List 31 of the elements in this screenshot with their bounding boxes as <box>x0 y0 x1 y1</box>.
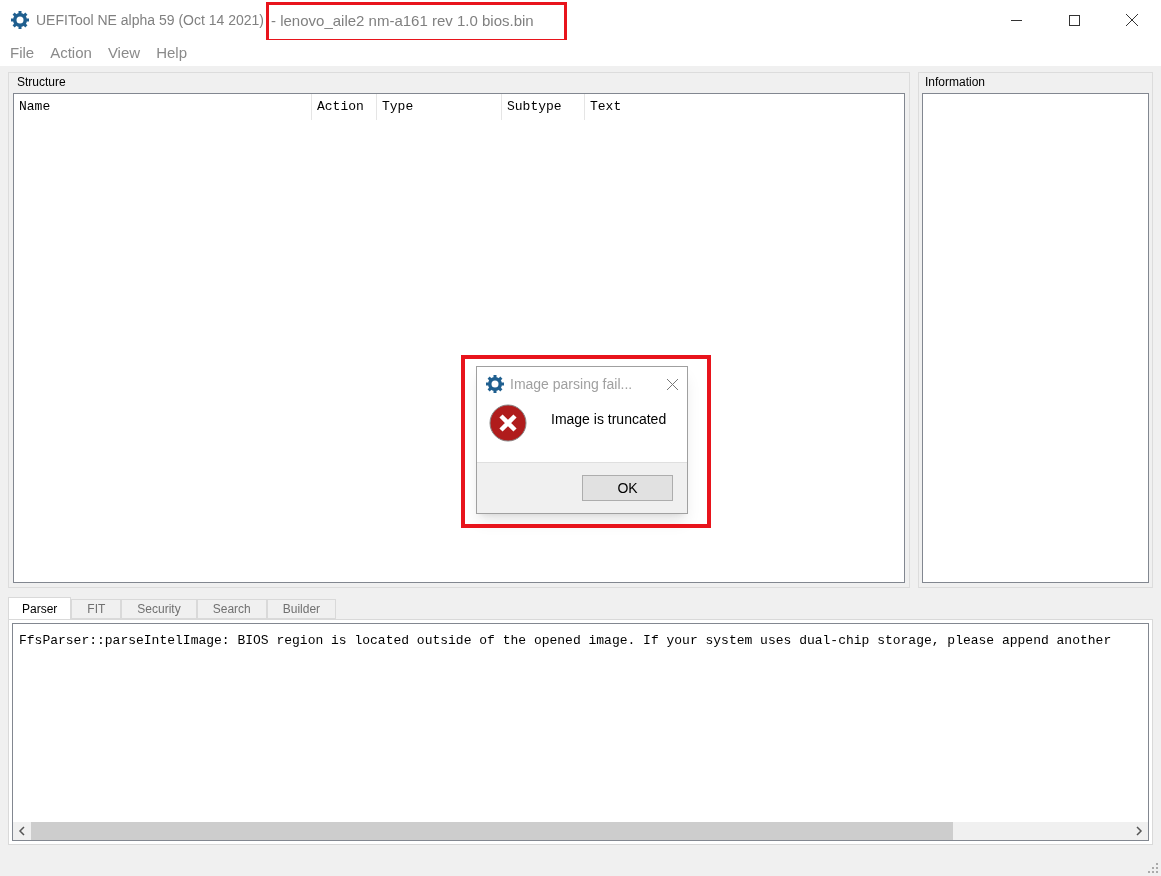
error-icon <box>489 404 527 442</box>
window-title: UEFITool NE alpha 59 (Oct 14 2021) <box>36 10 264 30</box>
gear-icon <box>10 10 30 30</box>
scrollbar-thumb[interactable] <box>31 822 953 840</box>
tab[interactable]: Search <box>196 599 267 619</box>
group-title: Structure <box>17 74 66 91</box>
dialog-title: Image parsing fail... <box>510 374 633 394</box>
column-header[interactable]: Type <box>377 94 502 120</box>
maximize-icon <box>1068 14 1080 26</box>
horizontal-scrollbar[interactable] <box>13 822 1148 840</box>
menu-item[interactable]: File <box>2 41 43 65</box>
menu-item[interactable]: Help <box>148 41 195 65</box>
tab[interactable]: Parser <box>8 597 72 619</box>
column-header[interactable]: Action <box>312 94 377 120</box>
column-header[interactable]: Text <box>585 94 885 120</box>
column-header[interactable]: Name <box>14 94 312 120</box>
menu-item[interactable]: View <box>99 41 149 65</box>
close-icon <box>666 378 678 390</box>
column-header[interactable]: Subtype <box>502 94 585 120</box>
tab[interactable]: FIT <box>71 599 122 619</box>
gear-icon <box>485 374 505 394</box>
tab[interactable]: Builder <box>266 599 337 619</box>
resize-grip-icon[interactable] <box>1148 863 1158 873</box>
close-icon <box>1126 14 1138 26</box>
tab[interactable]: Security <box>121 599 197 619</box>
group-title: Information <box>925 74 986 91</box>
log-line: FfsParser::parseIntelImage: BIOS region is located outside of the opened image. If your system uses dual-chip storage, please append another <box>19 632 1113 650</box>
minimize-icon <box>1010 19 1022 21</box>
ok-button[interactable]: OK <box>582 475 673 501</box>
dialog-message: Image is truncated <box>551 410 667 429</box>
menu-item[interactable]: Action <box>42 41 100 65</box>
